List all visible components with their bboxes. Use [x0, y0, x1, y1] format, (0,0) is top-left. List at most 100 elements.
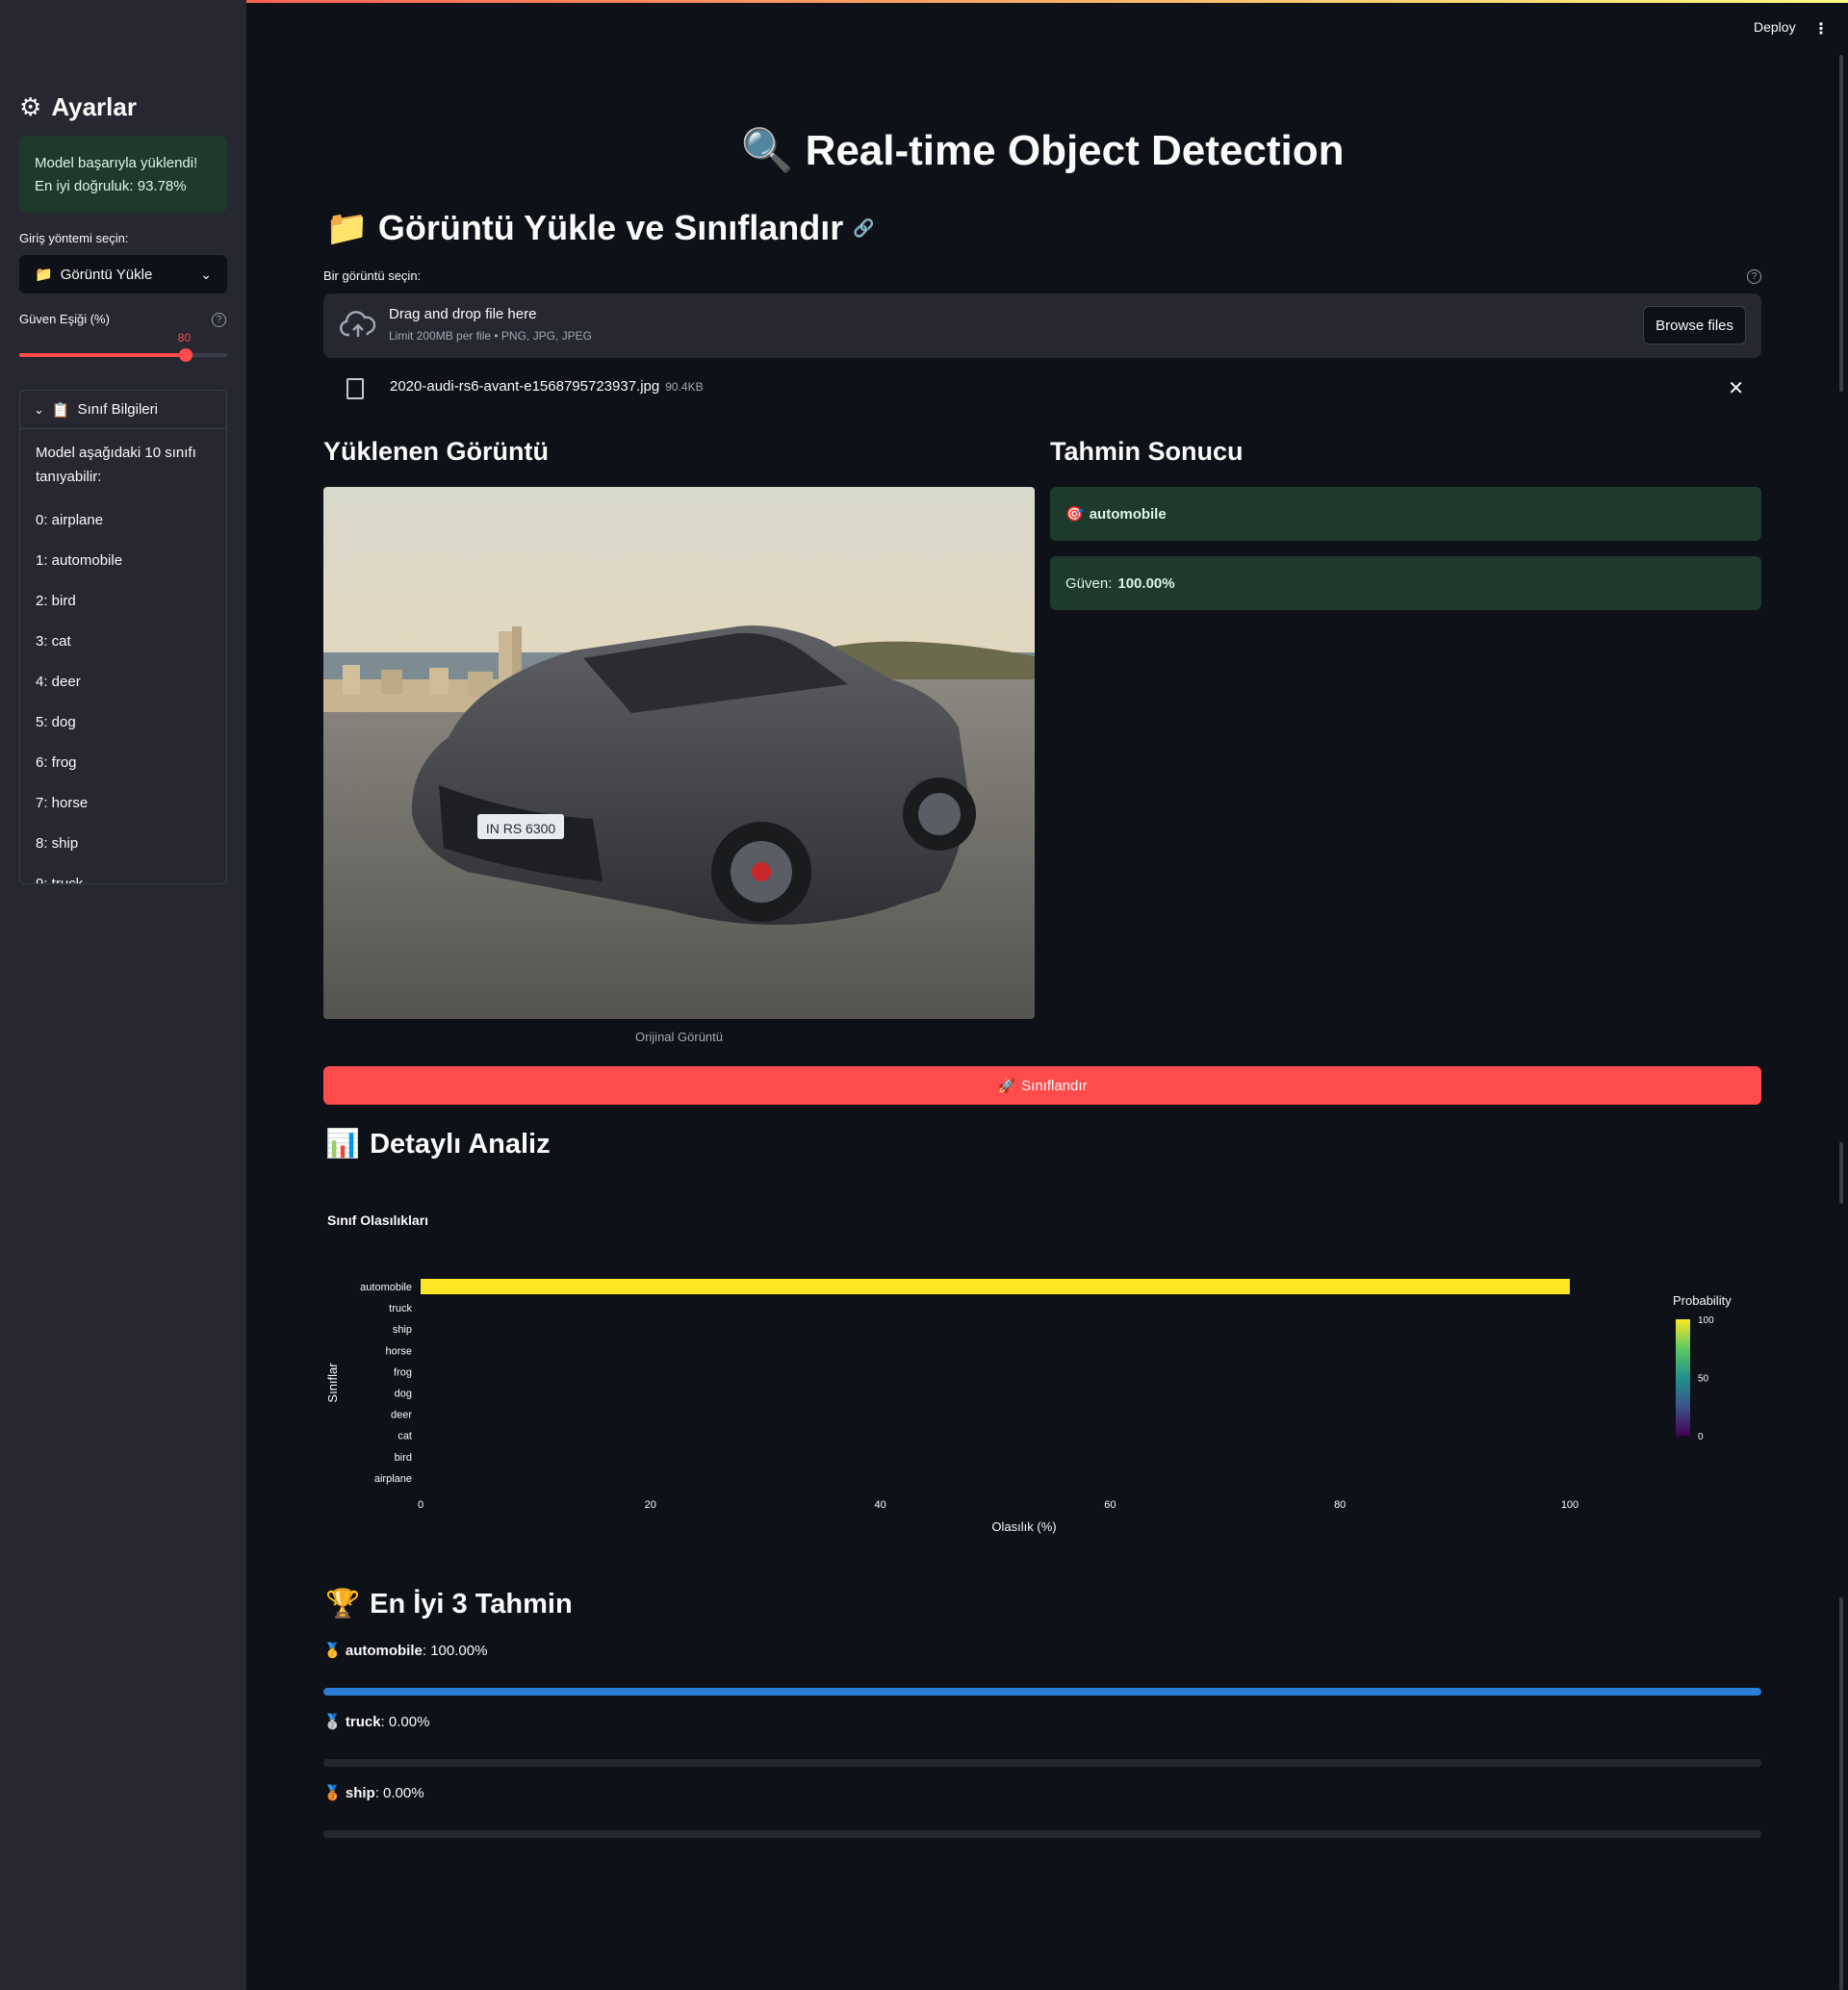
scrollbar[interactable]: [1839, 1597, 1843, 1990]
uploader-label: Bir görüntü seçin:: [323, 268, 422, 283]
y-tick-label: ship: [393, 1324, 412, 1336]
scrollbar[interactable]: [1839, 1142, 1843, 1204]
top3-name: truck: [345, 1714, 381, 1730]
top3-item: 🥈 truck: 0.00%: [323, 1713, 429, 1730]
chevron-down-icon: ⌄: [200, 266, 212, 282]
colorbar-tick-label: 0: [1698, 1432, 1704, 1442]
top3-value: : 0.00%: [380, 1714, 430, 1730]
sidebar: ⚙ Ayarlar Model başarıyla yüklendi! En i…: [0, 0, 246, 1990]
help-icon[interactable]: ?: [212, 313, 226, 327]
y-tick-label: bird: [395, 1452, 412, 1464]
top3-value: : 100.00%: [422, 1643, 488, 1659]
uploaded-image-heading: Yüklenen Görüntü: [323, 437, 550, 466]
link-icon[interactable]: 🔗: [853, 218, 874, 239]
colorbar-tick-label: 50: [1698, 1374, 1709, 1385]
model-loaded-alert: Model başarıyla yüklendi! En iyi doğrulu…: [19, 136, 227, 213]
threshold-slider[interactable]: [19, 348, 227, 362]
top3-progress: [323, 1688, 1761, 1696]
analysis-heading-text: Detaylı Analiz: [370, 1128, 551, 1160]
top3-heading-text: En İyi 3 Tahmin: [370, 1588, 573, 1620]
top3-item: 🥇 automobile: 100.00%: [323, 1642, 487, 1659]
x-axis-label: Olasılık (%): [991, 1519, 1056, 1534]
alert-line-2: En iyi doğruluk: 93.78%: [35, 178, 187, 194]
alert-line-1: Model başarıyla yüklendi!: [35, 155, 198, 171]
slider-fill: [19, 353, 186, 357]
file-name: 2020-audi-rs6-avant-e1568795723937.jpg: [390, 378, 660, 395]
x-tick-label: 0: [418, 1499, 424, 1511]
rocket-icon: 🚀: [997, 1078, 1016, 1094]
upload-heading-text: Görüntü Yükle ve Sınıflandır: [377, 208, 844, 247]
colorbar: [1676, 1319, 1690, 1436]
page-title: 🔍 Real-time Object Detection: [323, 125, 1761, 175]
trophy-icon: 🏆: [325, 1589, 361, 1620]
magnifier-icon: 🔍: [740, 127, 794, 174]
file-dropzone[interactable]: Drag and drop file here Limit 200MB per …: [323, 293, 1761, 358]
medal-icon: 🥇: [323, 1643, 342, 1659]
uploaded-file-row: 2020-audi-rs6-avant-e1568795723937.jpg 90…: [323, 370, 1761, 409]
class-item: 3: cat: [36, 633, 71, 650]
class-item: 0: airplane: [36, 512, 104, 528]
top3-progress: [323, 1830, 1761, 1838]
sidebar-title-text: Ayarlar: [51, 92, 137, 121]
chevron-down-icon: ⌄: [34, 401, 44, 417]
class-item: 8: ship: [36, 835, 79, 852]
colorbar-tick-label: 100: [1698, 1315, 1714, 1326]
x-tick-label: 40: [874, 1499, 886, 1511]
top3-name: automobile: [345, 1643, 423, 1659]
remove-file-icon[interactable]: ✕: [1728, 376, 1744, 400]
top3-heading: 🏆 En İyi 3 Tahmin: [325, 1588, 573, 1620]
analysis-heading: 📊 Detaylı Analiz: [325, 1128, 551, 1161]
class-item: 7: horse: [36, 795, 89, 811]
main-menu-icon[interactable]: ⋮: [1813, 19, 1829, 38]
top3-item: 🥉 ship: 0.00%: [323, 1784, 424, 1801]
colorbar-title: Probability: [1673, 1293, 1732, 1308]
y-tick-label: truck: [389, 1303, 412, 1314]
class-info-expander: ⌄ 📋 Sınıf Bilgileri Model aşağıdaki 10 s…: [19, 390, 227, 884]
y-tick-label: horse: [385, 1345, 412, 1357]
y-tick-label: airplane: [374, 1473, 412, 1485]
y-tick-label: frog: [394, 1366, 412, 1378]
y-tick-label: dog: [395, 1389, 412, 1400]
bar-chart-icon: 📊: [325, 1129, 361, 1160]
class-item: 9: truck: [36, 876, 84, 884]
dropzone-limits: Limit 200MB per file • PNG, JPG, JPEG: [389, 329, 592, 343]
threshold-label: Güven Eşiği (%): [19, 312, 110, 326]
help-icon[interactable]: ?: [1747, 269, 1761, 284]
classify-label: Sınıflandır: [1021, 1077, 1088, 1094]
y-tick-label: deer: [391, 1410, 412, 1421]
confidence-label: Güven:: [1065, 574, 1113, 592]
class-item: 6: frog: [36, 754, 77, 771]
uploaded-image: IN RS 6300: [323, 487, 1035, 1019]
top3-name: ship: [345, 1785, 375, 1801]
confidence-box: Güven: 100.00%: [1050, 556, 1761, 610]
expander-header[interactable]: ⌄ 📋 Sınıf Bilgileri: [20, 391, 226, 429]
gear-icon: ⚙: [19, 92, 42, 121]
y-axis-label: Sınıflar: [325, 1363, 340, 1403]
deploy-button[interactable]: Deploy: [1754, 19, 1796, 35]
medal-icon: 🥈: [323, 1714, 342, 1730]
chart-title: Sınıf Olasılıkları: [327, 1212, 429, 1228]
x-tick-label: 80: [1334, 1499, 1346, 1511]
scrollbar[interactable]: [1839, 55, 1843, 392]
sidebar-title: ⚙ Ayarlar: [19, 92, 137, 122]
file-name-wrap: 2020-audi-rs6-avant-e1568795723937.jpg 90…: [390, 378, 704, 395]
top3-progress: [323, 1759, 1761, 1767]
confidence-value: 100.00%: [1117, 574, 1175, 592]
input-method-select[interactable]: 📁 Görüntü Yükle ⌄: [19, 255, 227, 293]
file-icon: [346, 378, 364, 399]
prediction-class: automobile: [1089, 505, 1167, 523]
class-item: 2: bird: [36, 593, 76, 609]
browse-files-button[interactable]: Browse files: [1643, 306, 1746, 344]
classify-button[interactable]: 🚀 Sınıflandır: [323, 1066, 1761, 1105]
y-tick-label: cat: [398, 1431, 412, 1442]
file-size: 90.4KB: [665, 380, 704, 394]
clipboard-icon: 📋: [51, 401, 70, 419]
expander-intro: Model aşağıdaki 10 sınıfı tanıyabilir:: [36, 445, 196, 485]
upload-heading: 📁 Görüntü Yükle ve Sınıflandır 🔗: [325, 208, 875, 248]
folder-icon: 📁: [325, 208, 369, 247]
page-title-text: Real-time Object Detection: [805, 127, 1345, 174]
slider-thumb[interactable]: [178, 348, 192, 362]
progress-fill: [323, 1688, 1761, 1696]
image-caption: Orijinal Görüntü: [634, 1030, 724, 1044]
svg-text:IN RS 6300: IN RS 6300: [486, 821, 556, 836]
